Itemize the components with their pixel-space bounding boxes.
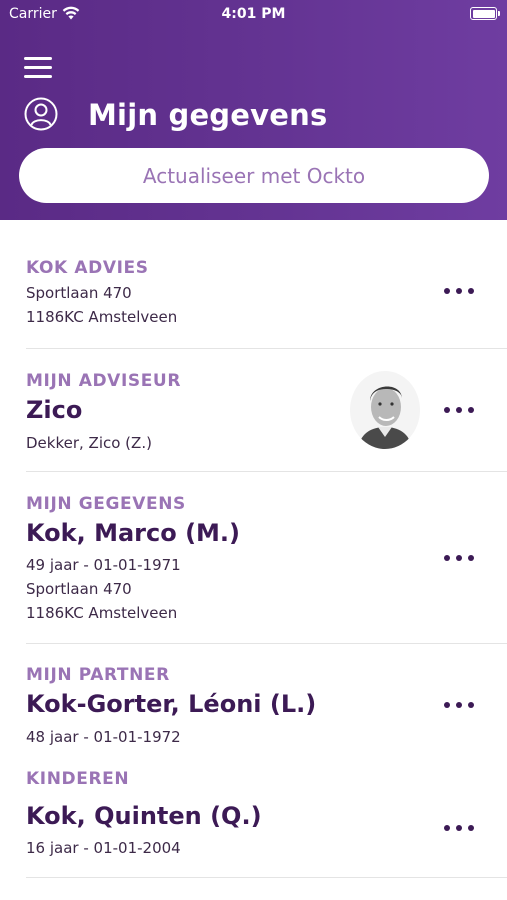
personal-name: Kok, Marco (M.) <box>26 519 241 547</box>
partner-name: Kok-Gorter, Léoni (L.) <box>26 690 317 718</box>
children-label: KINDEREN <box>26 769 130 789</box>
personal-postcode-city: 1186KC Amstelveen <box>26 604 178 622</box>
partner-age-birth: 48 jaar - 01-01-1972 <box>26 728 181 746</box>
child-more-icon[interactable] <box>444 825 478 833</box>
office-postcode-city: 1186KC Amstelveen <box>26 308 178 326</box>
divider <box>26 471 507 472</box>
page-title: Mijn gegevens <box>88 98 328 132</box>
battery-icon <box>470 7 500 20</box>
advisor-full-name: Dekker, Zico (Z.) <box>26 434 152 452</box>
advisor-label: MIJN ADVISEUR <box>26 371 182 391</box>
office-address: Sportlaan 470 <box>26 284 132 302</box>
personal-more-icon[interactable] <box>444 555 478 563</box>
child-name: Kok, Quinten (Q.) <box>26 802 262 830</box>
clock: 4:01 PM <box>221 6 286 22</box>
refresh-ockto-button[interactable]: Actualiseer met Ockto <box>19 148 489 203</box>
office-more-icon[interactable] <box>444 288 478 296</box>
office-label: KOK ADVIES <box>26 258 149 278</box>
personal-label: MIJN GEGEVENS <box>26 494 186 514</box>
child-age-birth: 16 jaar - 01-01-2004 <box>26 839 181 857</box>
advisor-avatar <box>350 371 420 449</box>
menu-icon[interactable] <box>24 57 52 79</box>
status-bar: Carrier 4:01 PM <box>0 0 507 28</box>
divider <box>26 643 507 644</box>
divider <box>26 877 507 878</box>
partner-label: MIJN PARTNER <box>26 665 170 685</box>
header: Carrier 4:01 PM Mijn gegevens Actualisee… <box>0 0 507 220</box>
personal-age-birth: 49 jaar - 01-01-1971 <box>26 556 181 574</box>
personal-address: Sportlaan 470 <box>26 580 132 598</box>
profile-icon <box>24 97 58 131</box>
advisor-name: Zico <box>26 396 83 424</box>
advisor-more-icon[interactable] <box>444 407 478 415</box>
divider <box>26 348 507 349</box>
partner-more-icon[interactable] <box>444 702 478 710</box>
